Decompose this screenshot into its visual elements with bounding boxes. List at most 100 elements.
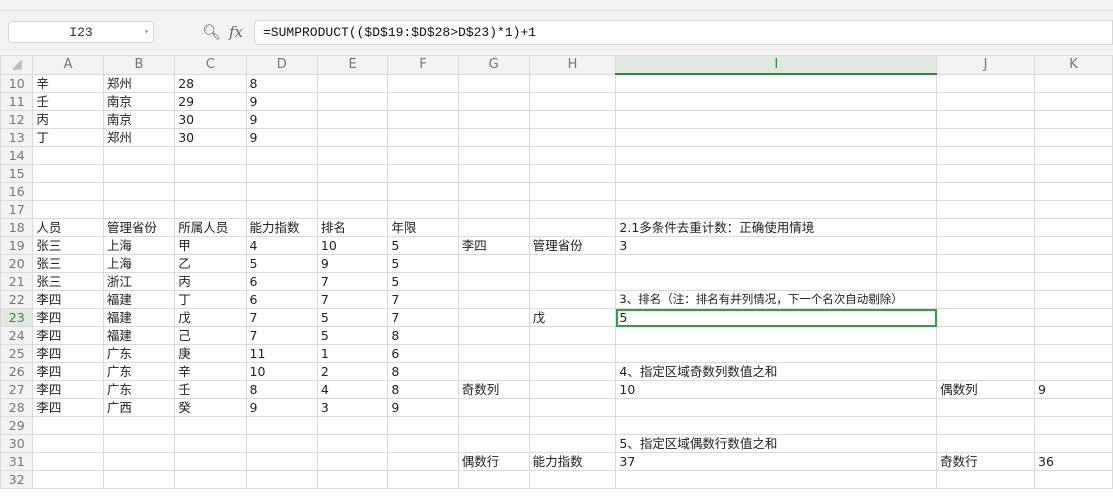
cell-D29[interactable] [245, 416, 318, 435]
cell-D21[interactable]: 6 [245, 272, 318, 291]
cell-J19[interactable] [936, 236, 1036, 255]
cell-G26[interactable] [457, 362, 530, 381]
cell-H21[interactable] [528, 272, 617, 291]
cell-I28[interactable] [615, 398, 938, 417]
cell-J31[interactable]: 奇数行 [936, 452, 1036, 471]
row-header[interactable]: 20 [0, 254, 34, 273]
cell-G20[interactable] [457, 254, 530, 273]
row-header[interactable]: 26 [0, 362, 34, 381]
cell-I21[interactable] [615, 272, 938, 291]
cell-F13[interactable] [387, 128, 459, 147]
cell-H19[interactable]: 管理省份 [528, 236, 617, 255]
cell-I22[interactable]: 3、排名（注：排名有并列情况，下一个名次自动剔除） [615, 290, 938, 309]
cell-B15[interactable] [102, 164, 176, 183]
cell-D20[interactable]: 5 [245, 254, 318, 273]
column-header-K[interactable]: K [1034, 55, 1113, 75]
row-header[interactable]: 29 [0, 416, 34, 435]
cell-J15[interactable] [936, 164, 1036, 183]
cell-F24[interactable]: 8 [387, 326, 459, 345]
row-header[interactable]: 30 [0, 434, 34, 453]
cell-B21[interactable]: 浙江 [102, 272, 176, 291]
cell-K11[interactable] [1034, 92, 1113, 111]
cell-K32[interactable] [1034, 470, 1113, 489]
cell-J13[interactable] [936, 128, 1036, 147]
cell-C19[interactable]: 甲 [174, 236, 247, 255]
cell-H16[interactable] [528, 182, 617, 201]
cell-C32[interactable] [174, 470, 247, 489]
cell-H31[interactable]: 能力指数 [528, 452, 617, 471]
cell-C21[interactable]: 丙 [174, 272, 247, 291]
cell-H24[interactable] [528, 326, 617, 345]
column-header-B[interactable]: B [102, 55, 176, 75]
cell-F11[interactable] [387, 92, 459, 111]
cell-K27[interactable]: 9 [1034, 380, 1113, 399]
cell-J17[interactable] [936, 200, 1036, 219]
cell-C25[interactable]: 庚 [174, 344, 247, 363]
cell-C26[interactable]: 辛 [174, 362, 247, 381]
cell-E24[interactable]: 5 [316, 326, 389, 345]
cell-H13[interactable] [528, 128, 617, 147]
cell-D25[interactable]: 11 [245, 344, 318, 363]
cell-B19[interactable]: 上海 [102, 236, 176, 255]
cell-G13[interactable] [457, 128, 530, 147]
cell-C20[interactable]: 乙 [174, 254, 247, 273]
cell-J18[interactable] [936, 218, 1036, 237]
cell-J28[interactable] [936, 398, 1036, 417]
cell-I29[interactable] [615, 416, 938, 435]
cell-K13[interactable] [1034, 128, 1113, 147]
cell-C13[interactable]: 30 [174, 128, 247, 147]
zoom-search-icon[interactable]: 🔍︎ [202, 23, 221, 41]
cell-C11[interactable]: 29 [174, 92, 247, 111]
cell-I32[interactable] [615, 470, 938, 489]
cell-F25[interactable]: 6 [387, 344, 459, 363]
cell-D18[interactable]: 能力指数 [245, 218, 318, 237]
cell-K22[interactable] [1034, 290, 1113, 309]
cell-F31[interactable] [387, 452, 459, 471]
cell-D22[interactable]: 6 [245, 290, 318, 309]
cell-A16[interactable] [32, 182, 104, 201]
cell-A27[interactable]: 李四 [32, 380, 104, 399]
cell-F29[interactable] [387, 416, 459, 435]
cell-C31[interactable] [174, 452, 247, 471]
cell-D23[interactable]: 7 [245, 308, 318, 327]
cell-E29[interactable] [316, 416, 389, 435]
cell-B22[interactable]: 福建 [102, 290, 176, 309]
cell-B23[interactable]: 福建 [102, 308, 176, 327]
cell-G15[interactable] [457, 164, 530, 183]
cell-I16[interactable] [615, 182, 938, 201]
cell-C28[interactable]: 癸 [174, 398, 247, 417]
cell-F18[interactable]: 年限 [387, 218, 459, 237]
cell-B30[interactable] [102, 434, 176, 453]
cell-B28[interactable]: 广西 [102, 398, 176, 417]
cell-A26[interactable]: 李四 [32, 362, 104, 381]
cell-H14[interactable] [528, 146, 617, 165]
cell-J12[interactable] [936, 110, 1036, 129]
cell-D11[interactable]: 9 [245, 92, 318, 111]
cell-B27[interactable]: 广东 [102, 380, 176, 399]
cell-D28[interactable]: 9 [245, 398, 318, 417]
cell-H11[interactable] [528, 92, 617, 111]
cell-D32[interactable] [245, 470, 318, 489]
cell-D12[interactable]: 9 [245, 110, 318, 129]
cell-F20[interactable]: 5 [387, 254, 459, 273]
column-header-J[interactable]: J [936, 55, 1036, 75]
cell-E20[interactable]: 9 [316, 254, 389, 273]
cell-K24[interactable] [1034, 326, 1113, 345]
cell-F12[interactable] [387, 110, 459, 129]
cell-A24[interactable]: 李四 [32, 326, 104, 345]
row-header[interactable]: 13 [0, 128, 34, 147]
cell-J26[interactable] [936, 362, 1036, 381]
cell-K23[interactable] [1034, 308, 1113, 327]
cell-J30[interactable] [936, 434, 1036, 453]
cell-C30[interactable] [174, 434, 247, 453]
cell-G27[interactable]: 奇数列 [457, 380, 530, 399]
cell-G30[interactable] [457, 434, 530, 453]
cell-A32[interactable] [32, 470, 104, 489]
cell-H26[interactable] [528, 362, 617, 381]
cell-H12[interactable] [528, 110, 617, 129]
cell-G16[interactable] [457, 182, 530, 201]
cell-K19[interactable] [1034, 236, 1113, 255]
cell-J20[interactable] [936, 254, 1036, 273]
cell-A23[interactable]: 李四 [32, 308, 104, 327]
cell-C18[interactable]: 所属人员 [174, 218, 247, 237]
